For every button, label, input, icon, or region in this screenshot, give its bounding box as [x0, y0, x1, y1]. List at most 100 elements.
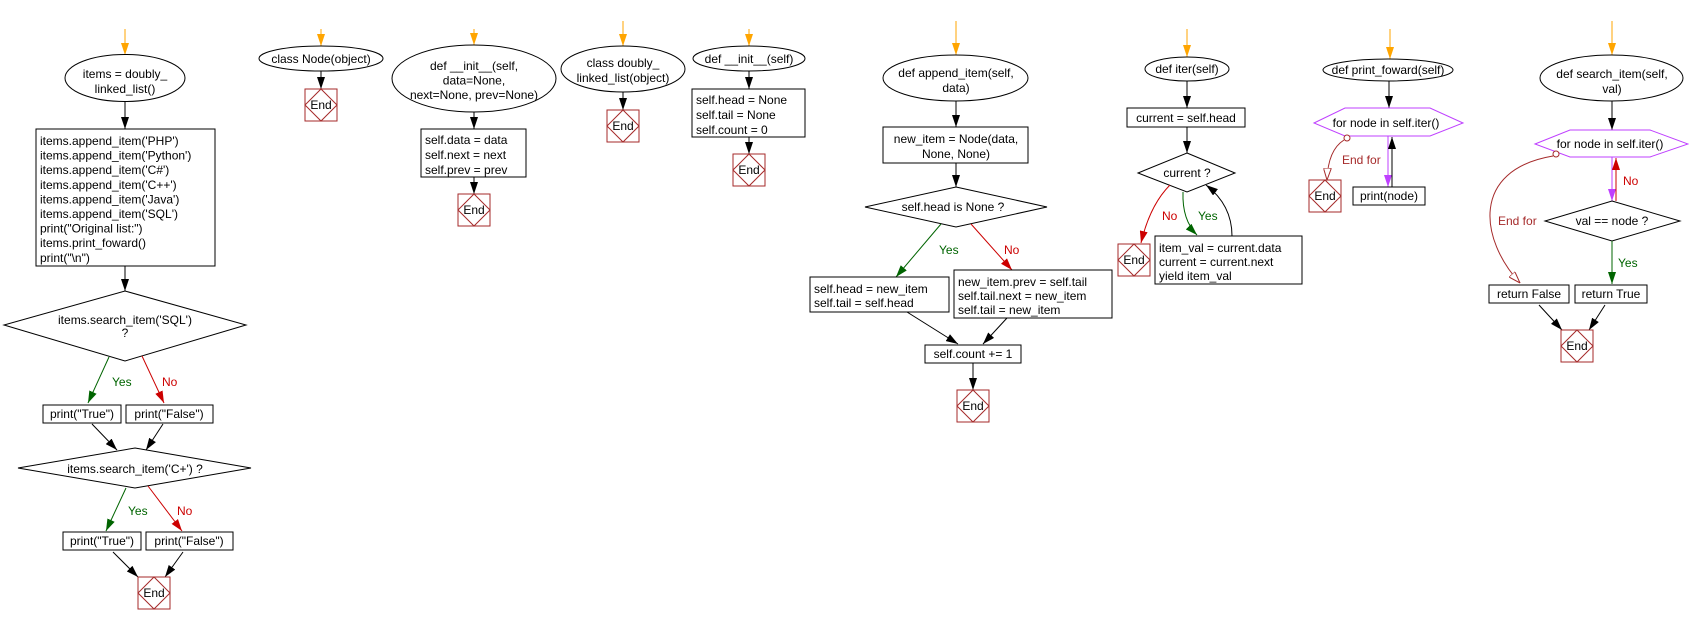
svg-text:print(node): print(node)	[1360, 189, 1418, 203]
decision-node: current ?	[1136, 152, 1237, 193]
svg-text:End: End	[143, 586, 164, 600]
process-box: return False	[1488, 284, 1570, 304]
process-box: current = self.head	[1126, 107, 1246, 128]
flow-arrow	[112, 551, 139, 578]
process-box: item_val = current.data current = current…	[1154, 235, 1303, 285]
svg-text:print("True"): print("True")	[50, 407, 114, 421]
no-label: No	[1162, 209, 1178, 223]
loop-node: for node in self.iter()	[1312, 107, 1465, 137]
yes-label: Yes	[1198, 209, 1218, 223]
flowchart-print-foward: def print_foward(self) for node in self.…	[1308, 29, 1465, 213]
process-box: new_item.prev = self.tail self.tail.next …	[953, 269, 1113, 319]
end-node: End	[606, 109, 640, 143]
flowchart-main: items = doubly_ linked_list() items.appen…	[2, 29, 252, 610]
process-box: self.data = data self.next = next self.pre…	[420, 128, 527, 178]
svg-text:val == node ?: val == node ?	[1576, 214, 1649, 228]
process-box: new_item = Node(data, None, None)	[882, 126, 1029, 164]
end-node: End	[1308, 179, 1342, 213]
svg-text:End: End	[463, 203, 484, 217]
svg-text:End: End	[738, 163, 759, 177]
svg-text:items.search_item('C+') ?: items.search_item('C+') ?	[67, 462, 203, 476]
process-box: return True	[1574, 284, 1648, 304]
no-label: No	[162, 375, 178, 389]
process-box: print("True")	[62, 531, 142, 551]
end-for-label: End for	[1342, 153, 1381, 167]
svg-text:return False: return False	[1497, 287, 1561, 301]
svg-text:End: End	[310, 98, 331, 112]
start-node: def __init__(self, data=None, next=None, p…	[391, 44, 557, 113]
process-box: print("False")	[145, 531, 234, 551]
process-box: print("False")	[125, 404, 214, 424]
svg-text:return True: return True	[1582, 287, 1641, 301]
svg-text:class doubly_linked_list(objec: class doubly_ linked_list(object)	[577, 56, 670, 85]
start-node: class doubly_ linked_list(object)	[560, 45, 686, 93]
end-node: End	[457, 193, 491, 227]
yes-label: Yes	[939, 243, 959, 257]
svg-text:items = doubly_linked_list(): items = doubly_ linked_list()	[83, 67, 168, 96]
svg-text:End: End	[1314, 189, 1335, 203]
no-label: No	[177, 504, 193, 518]
start-node: def append_item(self, data)	[882, 54, 1029, 102]
svg-text:End: End	[1123, 253, 1144, 267]
process-box: items.append_item('PHP') items.append_it…	[35, 128, 216, 267]
start-node: def iter(self)	[1144, 56, 1230, 82]
svg-text:End: End	[1566, 339, 1587, 353]
no-label: No	[1004, 243, 1020, 257]
svg-text:current ?: current ?	[1163, 166, 1211, 180]
flow-arrow	[1538, 304, 1563, 331]
flow-arrow	[906, 311, 959, 345]
start-node: def print_foward(self)	[1322, 58, 1454, 82]
svg-text:for node in self.iter(): for node in self.iter()	[1333, 116, 1440, 130]
process-box: print(node)	[1352, 186, 1426, 206]
process-box: self.count += 1	[924, 344, 1022, 364]
svg-text:class Node(object): class Node(object)	[271, 52, 370, 66]
start-node: class Node(object)	[258, 45, 384, 72]
svg-text:print("False"): print("False")	[134, 407, 203, 421]
process-box: print("True")	[42, 404, 122, 424]
svg-text:self.head is None ?: self.head is None ?	[902, 200, 1005, 214]
svg-text:self.data = dataself.next = ne: self.data = data self.next = next self.pre…	[425, 133, 508, 177]
process-box: self.head = None self.tail = None self.cou…	[691, 88, 806, 138]
svg-text:current = self.head: current = self.head	[1136, 111, 1236, 125]
no-arrow	[141, 355, 165, 404]
yes-label: Yes	[112, 375, 132, 389]
yes-label: Yes	[128, 504, 148, 518]
svg-text:for node in self.iter(): for node in self.iter()	[1557, 137, 1664, 151]
flowchart-iter: def iter(self) current = self.head curre…	[1117, 29, 1303, 285]
svg-text:End: End	[962, 399, 983, 413]
no-label: No	[1623, 174, 1639, 188]
end-node: End	[732, 153, 766, 187]
decision-node: self.head is None ?	[864, 186, 1048, 228]
svg-text:def print_foward(self): def print_foward(self)	[1332, 63, 1445, 77]
svg-text:def iter(self): def iter(self)	[1155, 62, 1218, 76]
start-node: def search_item(self, val)	[1539, 54, 1684, 102]
svg-text:End: End	[612, 119, 633, 133]
flow-arrow	[145, 423, 164, 451]
flowchart-node-class: class Node(object) End	[258, 29, 384, 122]
flow-arrow	[91, 423, 118, 451]
flow-arrow	[164, 551, 184, 578]
yes-label: Yes	[1618, 256, 1638, 270]
yes-arrow	[87, 356, 110, 404]
decision-node: items.search_item('SQL')?	[2, 290, 248, 362]
end-node: End	[956, 389, 990, 423]
flowchart-dll-class: class doubly_ linked_list(object) End	[560, 21, 686, 143]
flowchart-search-item: def search_item(self, val) for node in se…	[1488, 21, 1689, 363]
svg-text:self.head = new_itemself.tail: self.head = new_item self.tail = self.hea…	[814, 282, 928, 310]
decision-node: items.search_item('C+') ?	[17, 447, 252, 489]
flowchart-node-init: def __init__(self, data=None, next=None, p…	[391, 29, 557, 227]
svg-text:self.count += 1: self.count += 1	[934, 347, 1013, 361]
svg-text:print("True"): print("True")	[70, 534, 134, 548]
end-for-connector	[1552, 150, 1560, 158]
end-node: End	[137, 576, 171, 610]
process-box: self.head = new_item self.tail = self.hea…	[809, 276, 950, 313]
flow-arrow	[982, 317, 1008, 345]
flowchart-canvas: items = doubly_ linked_list() items.appen…	[2, 21, 1689, 610]
svg-text:print("False"): print("False")	[154, 534, 223, 548]
flowchart-append-item: def append_item(self, data) new_item = No…	[809, 21, 1113, 423]
end-node: End	[1117, 243, 1151, 277]
end-for-label: End for	[1498, 214, 1537, 228]
yes-arrow	[105, 487, 127, 532]
decision-node: val == node ?	[1543, 200, 1682, 242]
yes-arrow	[895, 223, 942, 278]
